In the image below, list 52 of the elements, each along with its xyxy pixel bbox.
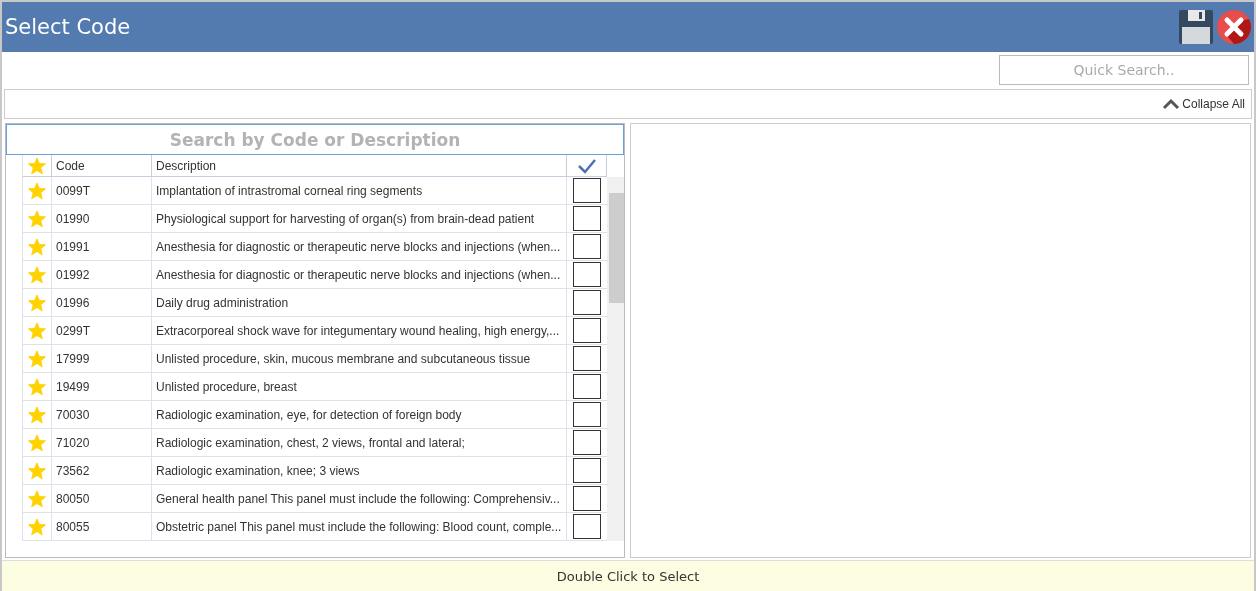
- table-cell: 01996: [52, 289, 152, 317]
- table-cell: 01990: [52, 205, 152, 233]
- code-search-field[interactable]: Search by Code or Description: [6, 124, 624, 155]
- table-cell: General health panel This panel must include the following: Comprehensiv...: [152, 485, 567, 513]
- column-header[interactable]: Code: [52, 155, 152, 177]
- row-checkbox[interactable]: [573, 290, 601, 315]
- table-cell: Anesthesia for diagnostic or therapeutic nerve blocks and injections (when...: [152, 261, 567, 289]
- row-checkbox[interactable]: [573, 178, 601, 203]
- table-cell: Obstetric panel This panel must include the following: Blood count, comple...: [152, 513, 567, 541]
- table-cell: 17999: [52, 345, 152, 373]
- table-cell: 19499: [52, 373, 152, 401]
- table-cell: Implantation of intrastromal corneal ring segments: [152, 177, 567, 205]
- collapse-all-button[interactable]: Collapse All: [1162, 97, 1245, 111]
- table-cell: 0299T: [52, 317, 152, 345]
- table-cell: 73562: [52, 457, 152, 485]
- chevron-up-icon: [1162, 98, 1181, 110]
- row-checkbox[interactable]: [573, 514, 601, 539]
- table-cell: 01992: [52, 261, 152, 289]
- save-icon[interactable]: [1178, 9, 1214, 45]
- scrollbar[interactable]: [607, 177, 624, 541]
- star-icon: [28, 156, 46, 175]
- table-cell: 70030: [52, 401, 152, 429]
- quick-search-field[interactable]: Quick Search..: [999, 55, 1249, 85]
- table-cell: Radiologic examination, eye, for detection of foreign body: [152, 401, 567, 429]
- table-cell: Daily drug administration: [152, 289, 567, 317]
- row-checkbox[interactable]: [573, 262, 601, 287]
- table-cell: Radiologic examination, knee; 3 views: [152, 457, 567, 485]
- close-icon[interactable]: [1216, 9, 1252, 45]
- row-checkbox[interactable]: [573, 206, 601, 231]
- row-checkbox[interactable]: [573, 346, 601, 371]
- window-title: Select Code: [5, 15, 131, 39]
- column-header[interactable]: Description: [152, 155, 567, 177]
- check-icon: [576, 157, 597, 174]
- table-cell: Extracorporeal shock wave for integumentary wound healing, high energy,...: [152, 317, 567, 345]
- row-checkbox[interactable]: [573, 486, 601, 511]
- row-checkbox[interactable]: [573, 402, 601, 427]
- table-cell: Physiological support for harvesting of organ(s) from brain-dead patient: [152, 205, 567, 233]
- table-cell: Unlisted procedure, breast: [152, 373, 567, 401]
- table-cell: 80050: [52, 485, 152, 513]
- table-cell: 71020: [52, 429, 152, 457]
- table-cell: 80055: [52, 513, 152, 541]
- row-checkbox[interactable]: [573, 234, 601, 259]
- table-cell: Anesthesia for diagnostic or therapeutic nerve blocks and injections (when...: [152, 233, 567, 261]
- row-checkbox[interactable]: [573, 458, 601, 483]
- row-checkbox[interactable]: [573, 374, 601, 399]
- table-cell: 0099T: [52, 177, 152, 205]
- row-checkbox[interactable]: [573, 430, 601, 455]
- table-cell: Radiologic examination, chest, 2 views, frontal and lateral;: [152, 429, 567, 457]
- row-checkbox[interactable]: [573, 318, 601, 343]
- table-cell: Unlisted procedure, skin, mucous membrane and subcutaneous tissue: [152, 345, 567, 373]
- status-text: Double Click to Select: [556, 568, 700, 584]
- table-cell: 01991: [52, 233, 152, 261]
